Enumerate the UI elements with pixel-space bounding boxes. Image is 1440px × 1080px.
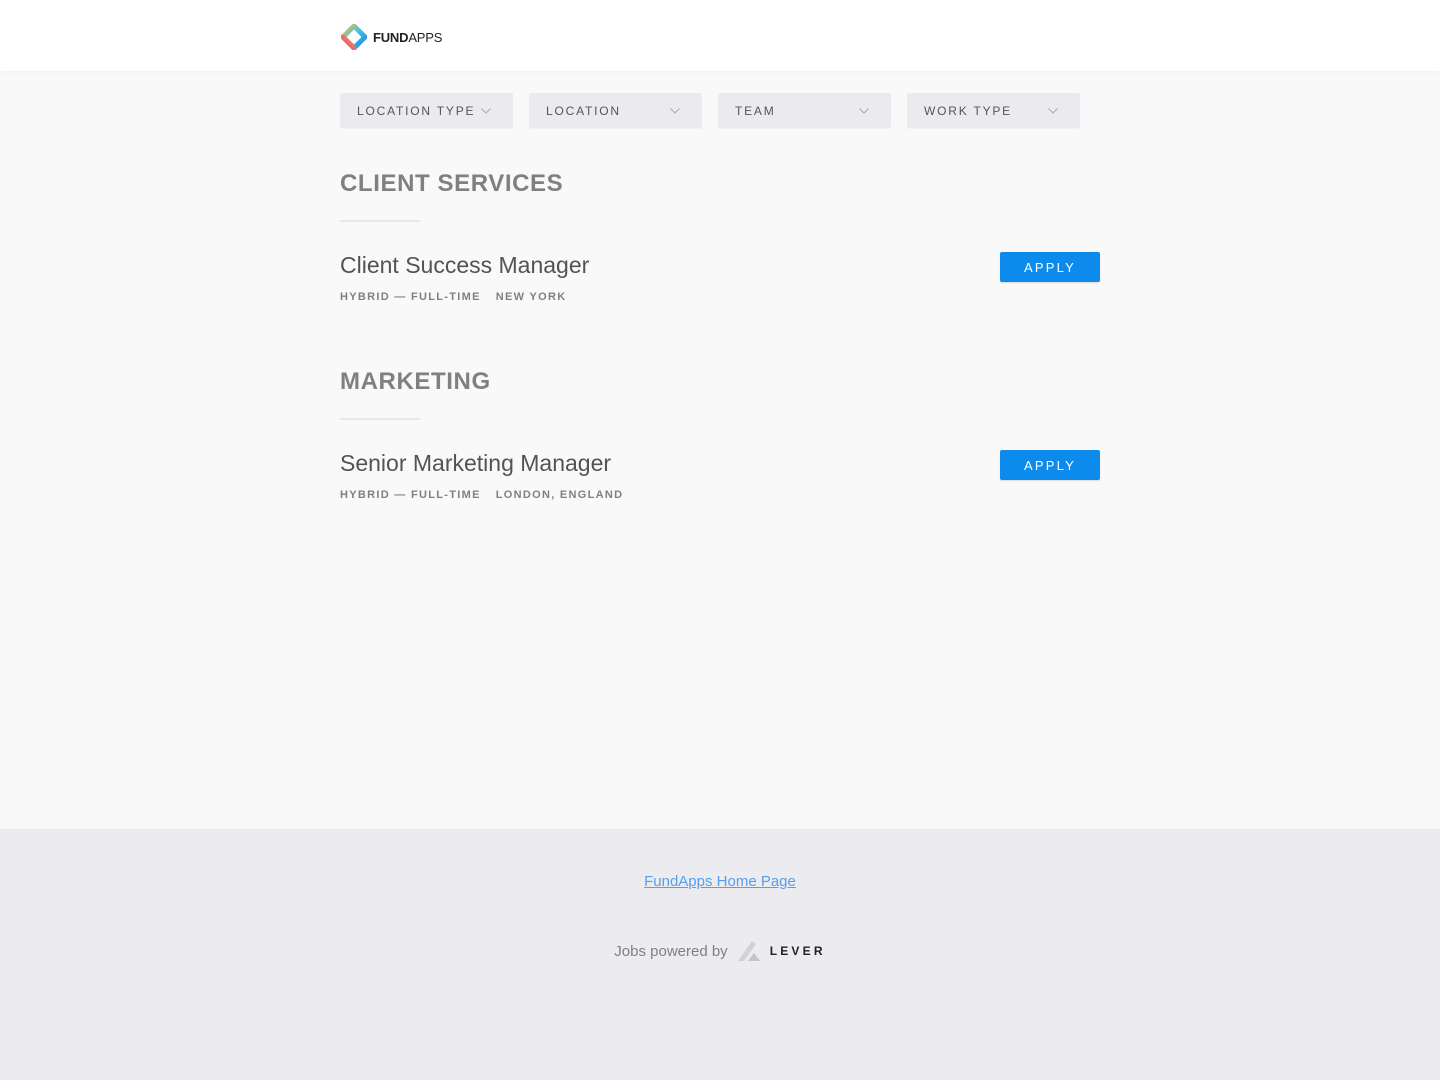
posting-item: Senior Marketing Manager HYBRID — FULL-T… [340, 450, 1100, 510]
home-page-link[interactable]: FundApps Home Page [644, 873, 796, 890]
fundapps-logo[interactable]: FUNDAPPS [341, 24, 442, 50]
chevron-down-icon [670, 107, 680, 114]
group-divider [340, 220, 420, 222]
filter-label: LOCATION [546, 103, 621, 118]
filter-location[interactable]: LOCATION [529, 93, 702, 128]
chevron-down-icon [859, 107, 869, 114]
posting-item: Client Success Manager HYBRID — FULL-TIM… [340, 252, 1100, 312]
filter-label: LOCATION TYPE [357, 103, 476, 118]
posting-title-link[interactable]: Client Success Manager [340, 252, 1100, 279]
lever-logo-icon [737, 941, 760, 961]
posting-location: NEW YORK [495, 291, 567, 303]
chevron-down-icon [1048, 107, 1058, 114]
apply-button[interactable]: APPLY [1000, 252, 1100, 282]
lever-logo[interactable]: LEVER [736, 939, 826, 963]
footer-link-wrap: FundApps Home Page [0, 873, 1440, 891]
site-footer: FundApps Home Page Jobs powered by LEVER [0, 829, 1440, 1080]
posting-group-client-services: CLIENT SERVICES Client Success Manager H… [340, 170, 1100, 312]
filter-location-type[interactable]: LOCATION TYPE [340, 93, 513, 128]
logo-text: FUNDAPPS [373, 29, 443, 45]
lever-text: LEVER [769, 944, 826, 958]
fundapps-logo-icon [341, 24, 367, 50]
posting-location: LONDON, ENGLAND [495, 489, 624, 501]
apply-button[interactable]: APPLY [1000, 450, 1100, 480]
filter-label: TEAM [735, 103, 776, 118]
posting-commitment: HYBRID — FULL-TIME [340, 489, 481, 501]
group-title: CLIENT SERVICES [340, 170, 564, 197]
posting-meta: HYBRID — FULL-TIME NEW YORK [340, 291, 1100, 303]
filter-bar: LOCATION TYPE LOCATION TEAM WORK TYPE [340, 93, 1080, 128]
filter-label: WORK TYPE [924, 103, 1012, 118]
group-title: MARKETING [340, 368, 491, 395]
posting-commitment: HYBRID — FULL-TIME [340, 291, 481, 303]
powered-by: Jobs powered by LEVER [0, 939, 1440, 963]
site-header: FUNDAPPS [0, 0, 1440, 71]
posting-title-link[interactable]: Senior Marketing Manager [340, 450, 1100, 477]
filter-work-type[interactable]: WORK TYPE [907, 93, 1080, 128]
posting-meta: HYBRID — FULL-TIME LONDON, ENGLAND [340, 489, 1100, 501]
group-divider [340, 418, 420, 420]
posting-group-marketing: MARKETING Senior Marketing Manager HYBRI… [340, 368, 1100, 510]
filter-team[interactable]: TEAM [718, 93, 891, 128]
chevron-down-icon [481, 107, 491, 114]
powered-by-text: Jobs powered by [614, 942, 728, 960]
